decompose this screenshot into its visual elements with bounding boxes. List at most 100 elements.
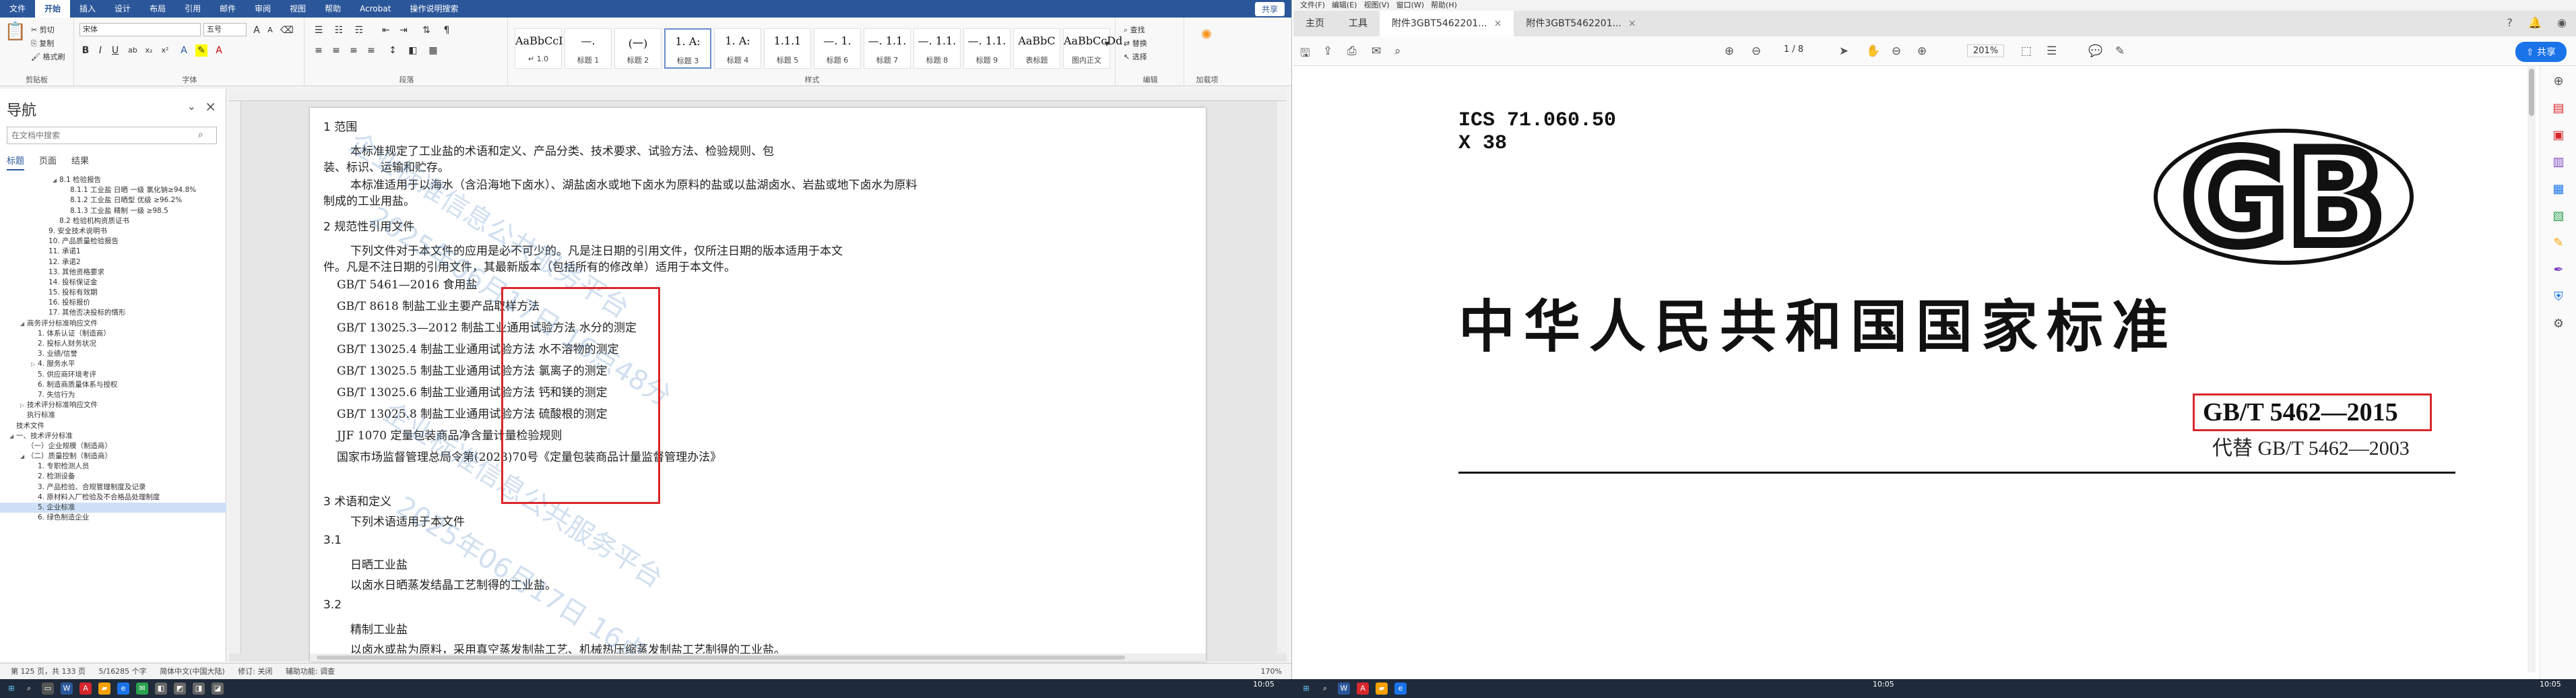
nav-tab-1[interactable]: 页面 xyxy=(39,154,57,170)
nav-tree-item[interactable]: 执行标准 xyxy=(0,410,226,420)
nav-tree-item[interactable]: ◢ 一、技术评分标准 xyxy=(0,431,226,441)
tab-3[interactable]: 设计 xyxy=(105,0,140,18)
app-icon[interactable]: ◩ xyxy=(174,683,186,695)
clock[interactable]: 10:05 xyxy=(1873,680,1894,689)
word-app-icon[interactable]: W xyxy=(61,683,73,695)
nav-tree-item[interactable]: 17. 其他否决投标的情形 xyxy=(0,308,226,318)
zoom-icon[interactable]: ⊕ xyxy=(2550,74,2567,88)
pdf-tab[interactable]: 附件3GBT5462201... × xyxy=(1380,11,1514,36)
style-tile[interactable]: 1. A: 标题 4 xyxy=(714,28,761,69)
pdf-menu-item[interactable]: 视图(V) xyxy=(1363,1,1389,9)
share-button[interactable]: 共享 xyxy=(1254,1,1285,16)
caret-icon[interactable]: ◢ xyxy=(9,431,16,441)
track-changes-indicator[interactable]: 修订: 关闭 xyxy=(238,667,272,676)
close-icon[interactable]: × xyxy=(205,98,216,115)
nav-tree-item[interactable]: 5. 供应商环境考评 xyxy=(0,370,226,380)
combine-icon[interactable]: ▦ xyxy=(2550,182,2567,196)
tab-8[interactable]: 视图 xyxy=(280,0,315,18)
scrollbar-thumb[interactable] xyxy=(317,656,1125,660)
bold-icon[interactable]: B xyxy=(79,44,92,57)
pdf-menu-item[interactable]: 文件(F) xyxy=(1300,1,1325,9)
nav-tree-item[interactable]: 12. 承诺2 xyxy=(0,257,226,267)
zoom-out-icon[interactable]: ⊖ xyxy=(1892,44,1901,58)
nav-tree-item[interactable]: 9. 安全技术说明书 xyxy=(0,226,226,236)
app-icon[interactable]: ◨ xyxy=(193,683,205,695)
cut-button[interactable]: ✂ 剪切 xyxy=(31,24,55,35)
next-page-icon[interactable]: ⊖ xyxy=(1751,44,1761,58)
app-icon[interactable]: ◧ xyxy=(155,683,167,695)
tab-4[interactable]: 布局 xyxy=(140,0,175,18)
nav-tree-item[interactable]: 1. 体系认证（制造商） xyxy=(0,329,226,339)
vertical-ruler[interactable] xyxy=(229,101,241,654)
shading-icon[interactable]: ◧ xyxy=(407,44,419,57)
email-icon[interactable]: ✉ xyxy=(1372,44,1381,58)
tab-5[interactable]: 引用 xyxy=(175,0,210,18)
folder-app-icon[interactable]: ▰ xyxy=(1376,683,1388,695)
shrink-font-icon[interactable]: A xyxy=(264,24,276,36)
browser-app-icon[interactable]: e xyxy=(117,683,129,695)
vertical-scrollbar[interactable] xyxy=(1277,101,1287,654)
page-number-field[interactable]: 1 / 8 xyxy=(1784,44,1803,55)
clear-format-icon[interactable]: ⌫ xyxy=(280,24,294,36)
horizontal-scrollbar[interactable] xyxy=(310,654,1206,662)
nav-tree-item[interactable]: ▷ 4. 服务水平 xyxy=(0,359,226,369)
nav-tree-item[interactable]: （一）企业规模（制造商） xyxy=(0,441,226,451)
zoom-select[interactable]: 201% xyxy=(1967,44,2005,57)
pdf-page[interactable]: ICS 71.060.50 X 38 GB 中华人民共和国国家标准 GB/T 5… xyxy=(1293,66,2527,679)
pdf-menu-item[interactable]: 窗口(W) xyxy=(1396,1,1424,9)
nav-tree-item[interactable]: 3. 业绩/信誉 xyxy=(0,349,226,359)
decrease-indent-icon[interactable]: ⇤ xyxy=(380,24,392,36)
tab-6[interactable]: 邮件 xyxy=(210,0,245,18)
caret-icon[interactable]: ◢ xyxy=(53,175,59,185)
nav-tab-0[interactable]: 标题 xyxy=(7,154,25,170)
justify-icon[interactable]: ≡ xyxy=(365,44,377,57)
style-tile[interactable]: 1.1.1 标题 5 xyxy=(764,28,811,69)
tab-1[interactable]: 开始 xyxy=(35,0,71,18)
start-icon[interactable]: ⊞ xyxy=(5,683,18,695)
find-button[interactable]: ⌕ 查找 xyxy=(1124,24,1145,35)
nav-tree-item[interactable]: 7. 失信行为 xyxy=(0,390,226,400)
nav-tree-item[interactable]: 8.1.1 工业盐 日晒 一级 氯化钠≥94.8% xyxy=(0,185,226,195)
fit-page-icon[interactable]: ⬚ xyxy=(2021,44,2032,58)
nav-tree-item[interactable]: 10. 产品质量检验报告 xyxy=(0,236,226,247)
nav-tree-item[interactable]: 15. 投标有效期 xyxy=(0,288,226,298)
comment-icon[interactable]: 💬 xyxy=(2088,44,2102,58)
upload-icon[interactable]: ⇪ xyxy=(1323,44,1332,58)
nav-tree-item[interactable]: 8.2 检验机构资质证书 xyxy=(0,216,226,226)
help-icon[interactable]: ? xyxy=(2507,16,2513,29)
export-pdf-icon[interactable]: ▤ xyxy=(2550,101,2567,115)
language-indicator[interactable]: 简体中文(中国大陆) xyxy=(160,667,225,676)
hand-tool-icon[interactable]: ✋ xyxy=(1866,44,1880,58)
nav-search-input[interactable] xyxy=(7,127,217,144)
style-tile[interactable]: (一) 标题 2 xyxy=(614,28,662,69)
grow-font-icon[interactable]: A xyxy=(251,24,263,36)
nav-tree-item[interactable]: 5. 企业标准 xyxy=(0,503,226,513)
nav-tree-item[interactable]: 16. 投标报价 xyxy=(0,298,226,308)
nav-tree-item[interactable]: 8.1.2 工业盐 日晒型 优级 ≥96.2% xyxy=(0,195,226,205)
pen-icon[interactable]: ✎ xyxy=(2115,44,2125,58)
caret-icon[interactable]: ▷ xyxy=(20,400,27,410)
styles-more-icon[interactable]: ▾ xyxy=(1101,38,1113,50)
clock[interactable]: 10:05 xyxy=(2540,680,2561,689)
line-spacing-icon[interactable]: ↕ xyxy=(387,44,399,57)
align-left-icon[interactable]: ≡ xyxy=(313,44,325,57)
organize-icon[interactable]: ▧ xyxy=(2550,209,2567,223)
style-tile[interactable]: —. 1.1. 标题 8 xyxy=(913,28,961,69)
nav-tree-item[interactable]: 6. 绿色制造企业 xyxy=(0,513,226,523)
select-button[interactable]: ↖ 选择 xyxy=(1124,51,1147,62)
zoom-in-icon[interactable]: ⊕ xyxy=(1917,44,1927,58)
avatar[interactable]: ◉ xyxy=(2557,16,2567,29)
nav-tree-item[interactable]: 14. 投标保证金 xyxy=(0,278,226,288)
nav-tree-item[interactable]: 13. 其他资格要求 xyxy=(0,267,226,278)
taskview-icon[interactable]: ▭ xyxy=(42,683,54,695)
search-icon[interactable]: ⌕ xyxy=(23,683,35,695)
pdf-tab[interactable]: 主页 xyxy=(1293,11,1337,36)
sort-icon[interactable]: ⇅ xyxy=(420,24,432,36)
style-tile[interactable]: AaBbC 表标题 xyxy=(1013,28,1060,69)
tab-7[interactable]: 审阅 xyxy=(245,0,280,18)
nav-tree-item[interactable]: ▷ 技术评分标准响应文件 xyxy=(0,400,226,410)
acrobat-app-icon[interactable]: A xyxy=(1357,683,1369,695)
tab-11[interactable]: 操作说明搜索 xyxy=(400,0,468,18)
pdf-tab[interactable]: 附件3GBT5462201... × xyxy=(1514,11,1648,36)
tab-0[interactable]: 文件 xyxy=(0,0,35,18)
